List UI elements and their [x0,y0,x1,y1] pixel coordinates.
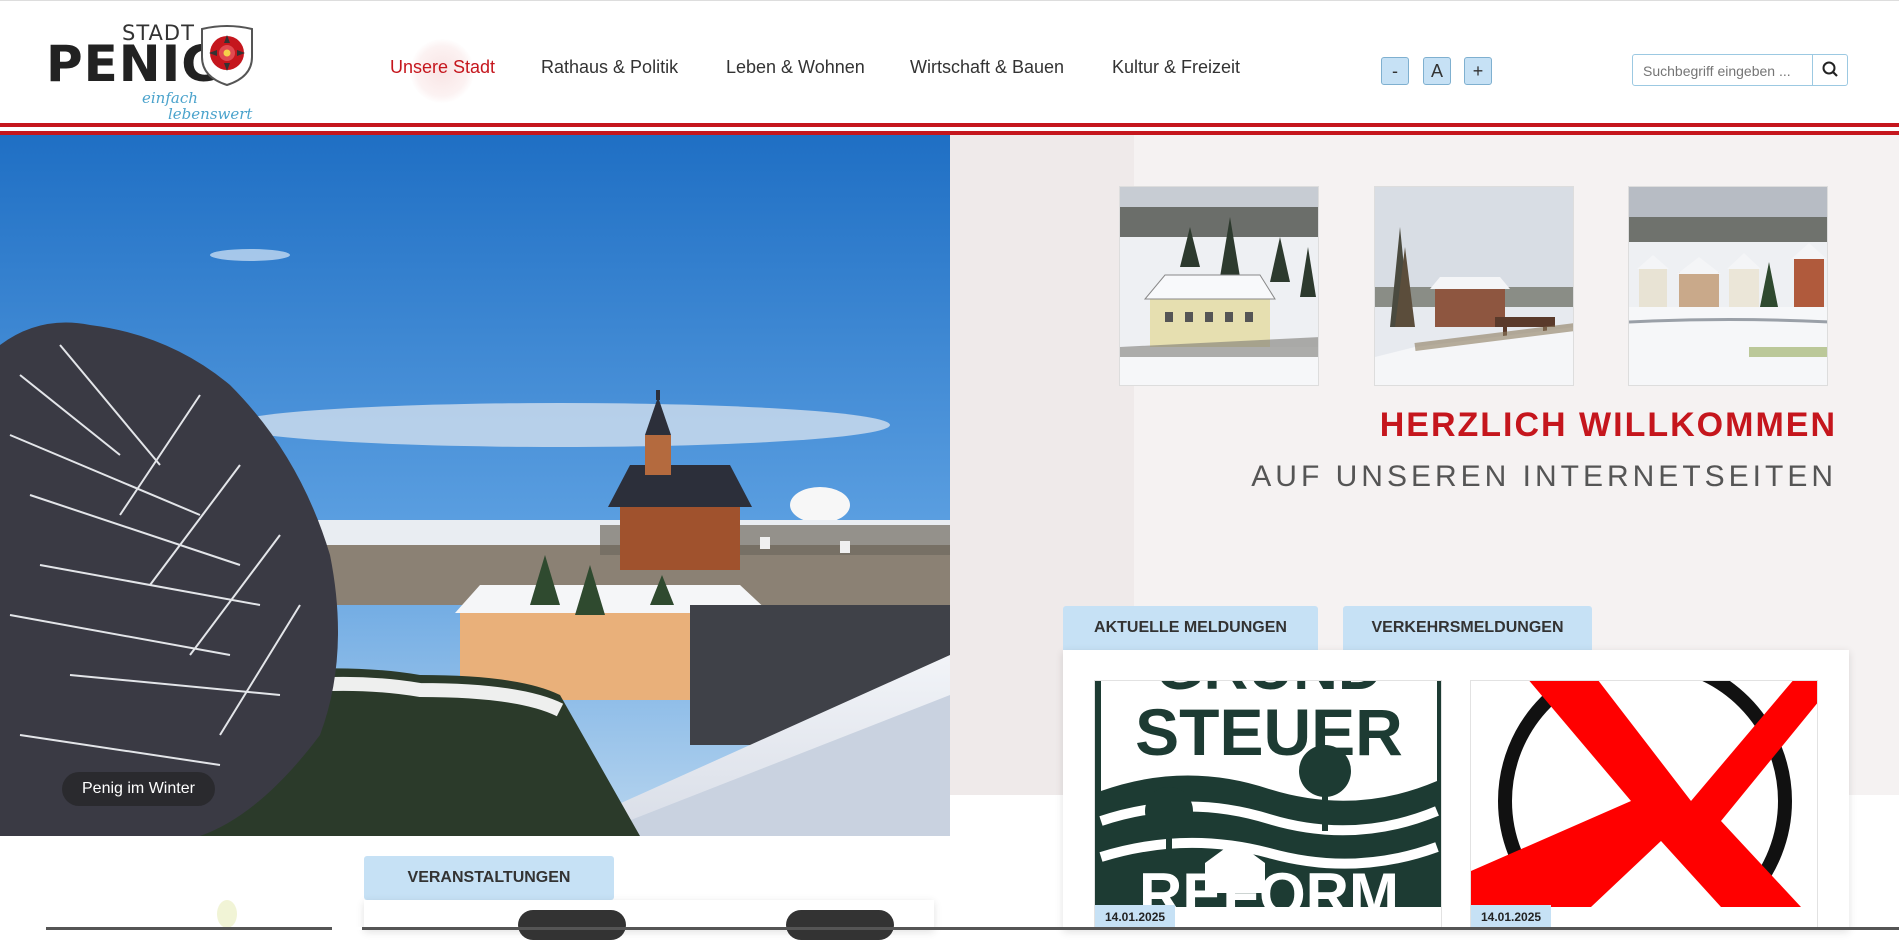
search-icon [1822,61,1838,77]
coat-of-arms-icon [201,25,253,87]
logo-tagline-2: lebenswert [168,105,253,123]
thumbnail-winter-house[interactable] [1119,186,1319,386]
nav-item-leben-wohnen[interactable]: Leben & Wohnen [726,57,865,78]
font-increase-button[interactable]: + [1464,57,1492,85]
hero-image[interactable] [0,135,950,836]
thumbnail-winter-monument[interactable] [1374,186,1574,386]
news-card-grundsteuer[interactable]: GRUND STEUER REFORM 14.01.2025 [1094,680,1442,930]
grundsteuer-text-steuer: STEUER [1135,695,1403,769]
nav-item-unsere-stadt[interactable]: Unsere Stadt [390,57,495,78]
news-date: 14.01.2025 [1095,905,1176,929]
nav-item-wirtschaft-bauen[interactable]: Wirtschaft & Bauen [910,57,1064,78]
welcome-subline: AUF UNSEREN INTERNETSEITEN [1251,460,1837,493]
search-input[interactable] [1641,58,1815,84]
search-box [1632,54,1848,86]
decorative-leaf-icon [217,900,237,928]
nav-item-rathaus-politik[interactable]: Rathaus & Politik [541,57,678,78]
font-decrease-button[interactable]: - [1381,57,1409,85]
news-date: 14.01.2025 [1471,905,1552,929]
news-card-wahl[interactable]: 14.01.2025 [1470,680,1818,930]
grundsteuer-text-reform: REFORM [1139,861,1399,907]
thumbnail-winter-village[interactable] [1628,186,1828,386]
hero-caption: Penig im Winter [62,772,215,806]
event-date-badge[interactable] [786,910,894,940]
font-reset-button[interactable]: A [1423,57,1451,85]
tab-verkehrsmeldungen[interactable]: VERKEHRSMELDUNGEN [1343,606,1592,650]
tab-veranstaltungen[interactable]: VERANSTALTUNGEN [364,856,614,900]
ballot-cross-image [1471,681,1817,929]
tab-aktuelle-meldungen[interactable]: AKTUELLE MELDUNGEN [1063,606,1318,650]
event-date-badge[interactable] [518,910,626,940]
site-header: STADT PENIG einfach lebenswert Unsere St… [0,0,1899,123]
site-logo[interactable]: STADT PENIG einfach lebenswert [46,21,266,123]
welcome-headline: HERZLICH WILLKOMMEN [1379,406,1837,444]
grundsteuer-image: GRUND STEUER REFORM [1095,681,1441,928]
nav-item-kultur-freizeit[interactable]: Kultur & Freizeit [1112,57,1240,78]
search-button[interactable] [1812,55,1847,85]
header-divider-top [0,123,1899,127]
